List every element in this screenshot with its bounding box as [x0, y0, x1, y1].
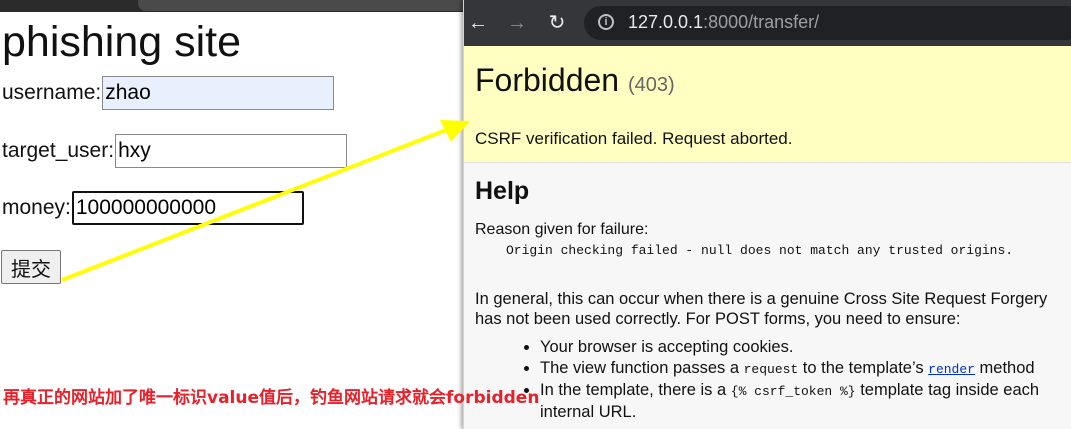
annotation-note: 再真正的网站加了唯一标识value值后，钓鱼网站请求就会forbidden	[3, 388, 540, 408]
username-row: username:	[2, 76, 335, 110]
submit-button[interactable]: 提交	[1, 250, 61, 284]
username-label: username:	[2, 81, 102, 104]
money-row: money:	[2, 191, 304, 225]
error-summary: Forbidden (403) CSRF verification failed…	[464, 46, 1071, 163]
bullet2-text-b: to the template’s	[798, 359, 929, 377]
general-line-2: has not been used correctly. For POST fo…	[475, 310, 961, 328]
bullet2-text-a: The view function passes a	[540, 359, 744, 377]
forward-arrow-icon[interactable]: →	[506, 12, 528, 34]
status-code: (403)	[627, 74, 675, 96]
phishing-page: phishing site username: target_user: mon…	[0, 0, 468, 429]
browser-toolbar: ← → ↻ i 127.0.0.1:8000/transfer/	[464, 0, 1071, 46]
list-item: The view function passes a request to th…	[540, 358, 1071, 380]
bullet3-code: {% csrf_token %}	[730, 384, 856, 399]
target-user-row: target_user:	[2, 134, 348, 168]
window-tab-edge	[138, 0, 468, 11]
url-text[interactable]: 127.0.0.1:8000/transfer/	[628, 12, 819, 33]
browser-window: ← → ↻ i 127.0.0.1:8000/transfer/ Forbidd…	[463, 0, 1071, 429]
error-title: Forbidden (403)	[475, 62, 675, 99]
error-message: CSRF verification failed. Request aborte…	[475, 129, 793, 148]
url-path: :8000/transfer/	[703, 12, 820, 32]
requirements-list: Your browser is accepting cookies. The v…	[500, 337, 1071, 423]
bullet3-text-a: In the template, there is a	[540, 381, 731, 399]
target-user-label: target_user:	[2, 139, 115, 162]
money-label: money:	[2, 196, 71, 219]
general-paragraph: In general, this can occur when there is…	[475, 289, 1047, 329]
list-item: Your browser is accepting cookies.	[540, 337, 1071, 358]
reload-icon[interactable]: ↻	[546, 12, 568, 34]
url-host: 127.0.0.1	[628, 12, 704, 32]
bullet2-text-c: method	[974, 359, 1035, 377]
window-edge	[0, 0, 468, 12]
money-input[interactable]	[71, 191, 304, 225]
help-section: Help Reason given for failure: Origin ch…	[464, 163, 1071, 429]
bullet3-text-b: template tag inside each	[855, 381, 1040, 399]
render-link[interactable]: render	[928, 362, 975, 377]
general-line-1: In general, this can occur when there is…	[475, 290, 1048, 308]
reason-text: Origin checking failed - null does not m…	[506, 243, 1014, 258]
bullet2-code: request	[743, 362, 799, 377]
address-bar[interactable]: i 127.0.0.1:8000/transfer/	[584, 6, 1071, 40]
page-title: phishing site	[2, 18, 242, 66]
list-item: In the template, there is a {% csrf_toke…	[540, 380, 1071, 423]
target-user-input[interactable]	[115, 134, 348, 168]
error-title-text: Forbidden	[475, 62, 620, 98]
back-arrow-icon[interactable]: ←	[467, 12, 489, 34]
reason-label: Reason given for failure:	[475, 221, 649, 238]
help-heading: Help	[475, 177, 530, 205]
bullet3-text-c: internal URL.	[540, 403, 637, 421]
info-icon[interactable]: i	[598, 14, 614, 30]
username-input[interactable]	[102, 76, 335, 110]
